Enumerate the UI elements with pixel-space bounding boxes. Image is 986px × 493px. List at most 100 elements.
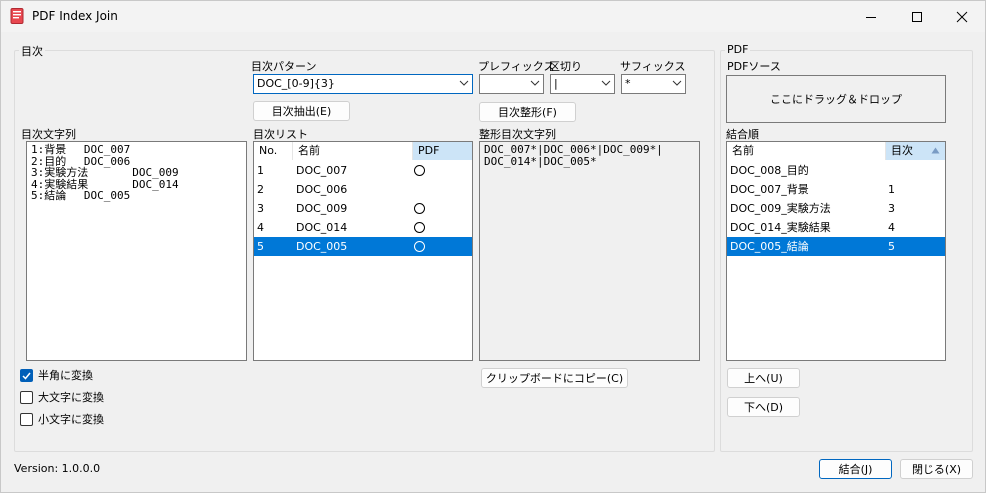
checkbox-icon[interactable] (20, 390, 33, 404)
move-down-button[interactable]: 下へ(D) (727, 397, 800, 417)
pattern-value: DOC_[0-9]{3} (257, 77, 335, 90)
chevron-down-icon (459, 80, 469, 86)
suffix-combo[interactable]: * (621, 74, 686, 94)
toc-text-content: 1:背景 DOC_007 2:目的 DOC_006 3:実験方法 DOC_009 4:… (31, 144, 179, 202)
drop-zone-text: ここにドラッグ＆ドロップ (770, 93, 902, 106)
copy-clipboard-button[interactable]: クリップボードにコピー(C) (481, 368, 628, 388)
drop-zone[interactable]: ここにドラッグ＆ドロップ (726, 75, 946, 123)
pdf-source-label: PDFソース (727, 60, 781, 73)
item-name: DOC_005_結論 (730, 240, 809, 253)
item-toc-number: 4 (888, 221, 895, 234)
pdf-group-label: PDF (725, 43, 751, 56)
formatted-text-line: DOC_007*|DOC_006*|DOC_009*| (484, 143, 663, 156)
table-row[interactable]: 5 DOC_005 (254, 237, 472, 256)
app-window: PDF Index Join 目次 目次パターン DOC_[0-9]{3} プレ… (0, 0, 986, 493)
prefix-label: プレフィックス (478, 60, 555, 73)
toc-group-label: 目次 (19, 43, 45, 59)
maximize-button[interactable] (894, 1, 940, 32)
item-name: DOC_014_実験結果 (730, 221, 831, 234)
row-number: 2 (257, 183, 264, 196)
suffix-label: サフィックス (620, 60, 686, 73)
table-row[interactable]: 2 DOC_006 (254, 180, 472, 199)
separator-combo[interactable]: | (550, 74, 615, 94)
checkbox-label: 小文字に変換 (38, 413, 104, 426)
toc-text-line: 5:結論 DOC_005 (31, 189, 131, 202)
toc-list-label: 目次リスト (253, 128, 308, 141)
chevron-down-icon (530, 80, 540, 86)
row-name: DOC_006 (296, 183, 348, 196)
row-name: DOC_009 (296, 202, 348, 215)
format-toc-button[interactable]: 目次整形(F) (479, 102, 576, 122)
column-header-name[interactable]: 名前 (292, 142, 412, 160)
formatted-text-area[interactable]: DOC_007*|DOC_006*|DOC_009*| DOC_014*|DOC_… (479, 141, 700, 361)
row-name: DOC_005 (296, 240, 348, 253)
column-header-name[interactable]: 名前 (727, 142, 885, 160)
list-item[interactable]: DOC_005_結論 5 (727, 237, 945, 256)
extract-toc-button[interactable]: 目次抽出(E) (253, 101, 350, 121)
convert-checkbox[interactable]: 小文字に変換 (20, 411, 104, 427)
chevron-down-icon (672, 80, 682, 86)
toc-text-line: 3:実験方法 DOC_009 (31, 166, 179, 179)
convert-checkbox[interactable]: 大文字に変換 (20, 389, 104, 405)
item-name: DOC_009_実験方法 (730, 202, 831, 215)
maximize-icon (912, 11, 922, 22)
close-window-button[interactable] (939, 1, 985, 32)
item-name: DOC_008_目的 (730, 164, 809, 177)
version-text: Version: 1.0.0.0 (14, 462, 101, 475)
minimize-icon (866, 16, 876, 18)
row-number: 3 (257, 202, 264, 215)
convert-checkbox[interactable]: 半角に変換 (20, 367, 93, 383)
column-header-toc-label: 目次 (891, 144, 913, 157)
join-order-list[interactable]: 名前 目次 DOC_008_目的 DOC_007_背景 1 DOC_009_実験方法 3… (726, 141, 946, 361)
suffix-value: * (625, 77, 631, 90)
list-item[interactable]: DOC_009_実験方法 3 (727, 199, 945, 218)
formatted-label: 整形目次文字列 (479, 128, 556, 141)
window-title: PDF Index Join (32, 9, 118, 23)
close-button[interactable]: 閉じる(X) (900, 459, 973, 479)
title-bar: PDF Index Join (1, 1, 985, 32)
item-toc-number: 3 (888, 202, 895, 215)
join-order-label: 結合順 (726, 128, 759, 141)
pdf-exists-icon (414, 241, 425, 252)
row-number: 5 (257, 240, 264, 253)
toc-text-area[interactable]: 1:背景 DOC_007 2:目的 DOC_006 3:実験方法 DOC_009 4:… (26, 141, 247, 361)
join-button[interactable]: 結合(J) (819, 459, 892, 479)
item-toc-number: 5 (888, 240, 895, 253)
column-header-pdf[interactable]: PDF (412, 142, 472, 160)
formatted-text-content: DOC_007*|DOC_006*|DOC_009*| DOC_014*|DOC_… (484, 144, 663, 167)
minimize-button[interactable] (848, 1, 894, 32)
formatted-text-line: DOC_014*|DOC_005* (484, 154, 597, 168)
column-header-toc[interactable]: 目次 (885, 142, 945, 160)
prefix-combo[interactable] (479, 74, 544, 94)
list-item[interactable]: DOC_014_実験結果 4 (727, 218, 945, 237)
row-number: 4 (257, 221, 264, 234)
move-up-button[interactable]: 上へ(U) (727, 368, 800, 388)
pdf-exists-icon (414, 203, 425, 214)
pdf-exists-icon (414, 222, 425, 233)
table-row[interactable]: 1 DOC_007 (254, 161, 472, 180)
table-row[interactable]: 3 DOC_009 (254, 199, 472, 218)
toc-text-line: 1:背景 DOC_007 (31, 143, 131, 156)
row-number: 1 (257, 164, 264, 177)
toc-text-label: 目次文字列 (21, 128, 76, 141)
item-toc-number: 1 (888, 183, 895, 196)
column-header-no[interactable]: No. (254, 142, 292, 160)
separator-label: 区切り (549, 60, 582, 73)
sort-ascending-icon (931, 147, 940, 154)
checkbox-label: 半角に変換 (38, 369, 93, 382)
row-name: DOC_007 (296, 164, 348, 177)
close-icon (956, 11, 968, 22)
table-row[interactable]: 4 DOC_014 (254, 218, 472, 237)
pdf-app-icon (10, 8, 24, 24)
checkbox-label: 大文字に変換 (38, 391, 104, 404)
list-item[interactable]: DOC_007_背景 1 (727, 180, 945, 199)
pdf-exists-icon (414, 165, 425, 176)
checkbox-icon[interactable] (20, 412, 33, 426)
list-item[interactable]: DOC_008_目的 (727, 161, 945, 180)
checkbox-checked-icon[interactable] (20, 368, 33, 382)
toc-list[interactable]: No. 名前 PDF 1 DOC_007 2 DOC_006 3 DOC_009 4 DOC_… (253, 141, 473, 361)
chevron-down-icon (601, 80, 611, 86)
separator-value: | (554, 77, 558, 90)
row-name: DOC_014 (296, 221, 348, 234)
pattern-combo[interactable]: DOC_[0-9]{3} (253, 74, 473, 94)
